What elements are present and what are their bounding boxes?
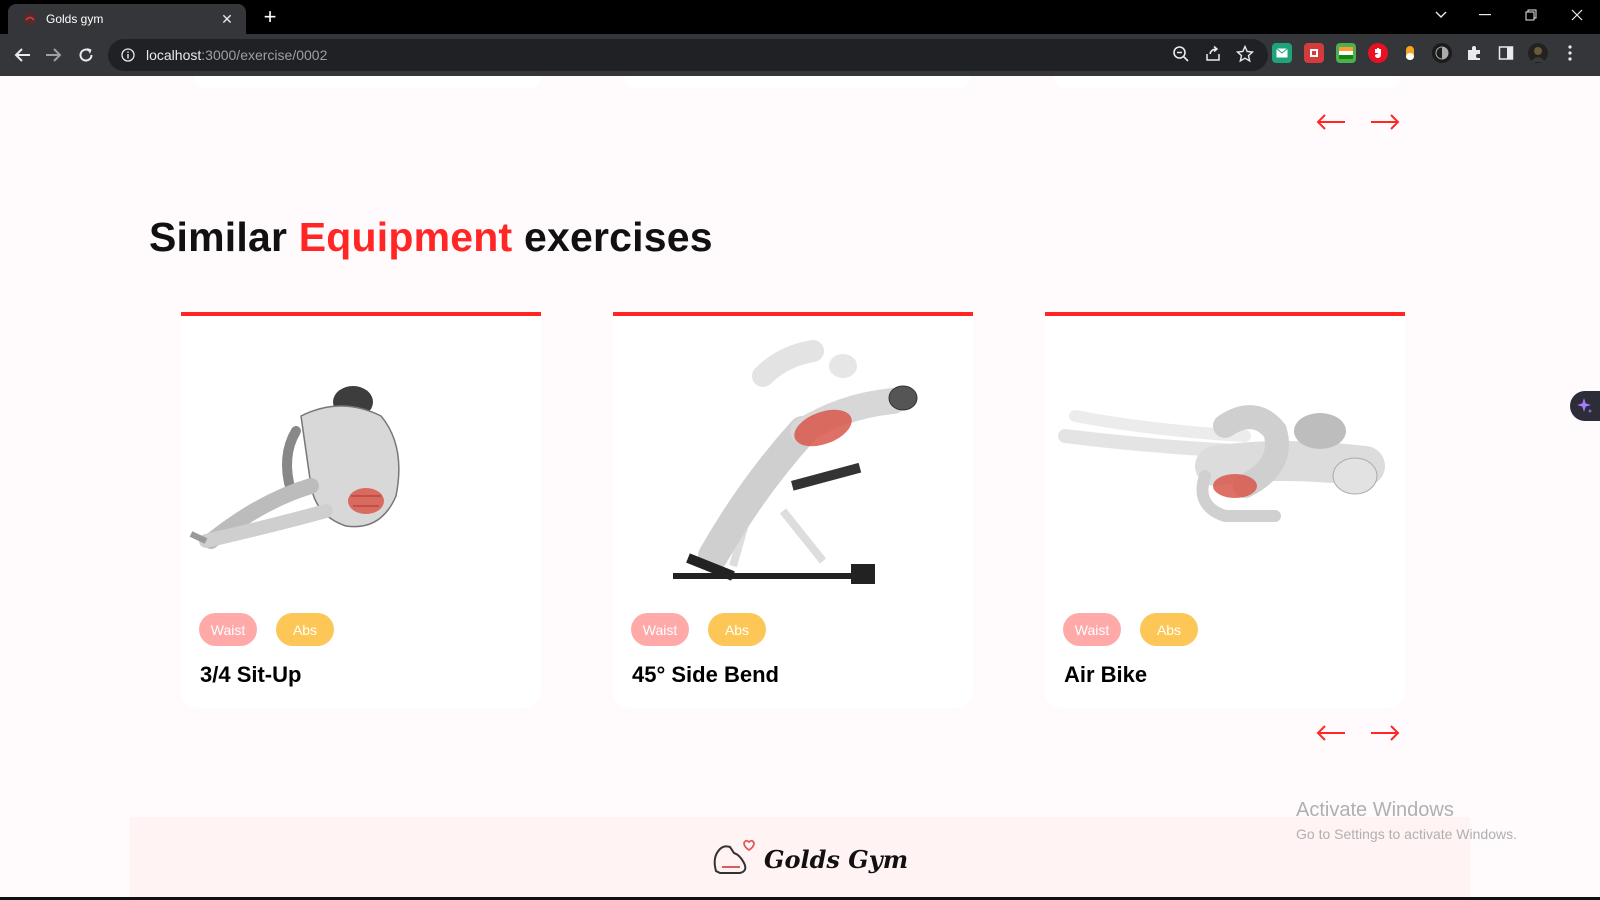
extension-mail-icon[interactable] bbox=[1272, 43, 1292, 63]
browser-toolbar: localhost:3000/exercise/0002 bbox=[0, 34, 1600, 76]
body-part-chip[interactable]: Waist bbox=[631, 613, 689, 646]
body-part-chip[interactable]: Waist bbox=[1063, 613, 1121, 646]
body-part-chip[interactable]: Waist bbox=[199, 613, 257, 646]
activate-windows-watermark: Activate Windows Go to Settings to activ… bbox=[1296, 799, 1517, 842]
tab-title: Golds gym bbox=[46, 12, 104, 26]
browser-titlebar: Golds gym ✕ + bbox=[0, 0, 1600, 34]
minimize-button[interactable] bbox=[1462, 0, 1508, 30]
previous-card-edge bbox=[194, 76, 540, 88]
arrow-right-icon[interactable] bbox=[1368, 107, 1402, 137]
address-bar[interactable]: localhost:3000/exercise/0002 bbox=[108, 39, 1268, 71]
carousel-arrows-bottom bbox=[1314, 718, 1404, 748]
previous-card-edge bbox=[1054, 76, 1400, 88]
exercise-image-situp bbox=[181, 336, 541, 596]
target-chip[interactable]: Abs bbox=[276, 613, 334, 646]
info-icon[interactable] bbox=[120, 47, 136, 63]
exercise-card[interactable]: Waist Abs 45° Side Bend bbox=[613, 312, 973, 708]
extension-red-icon[interactable] bbox=[1304, 43, 1324, 63]
more-icon[interactable] bbox=[1560, 43, 1580, 63]
footer: Golds Gym bbox=[130, 817, 1470, 900]
tab-close-icon[interactable]: ✕ bbox=[218, 10, 236, 28]
footer-brand: Golds Gym bbox=[764, 844, 909, 874]
exercise-name: 45° Side Bend bbox=[632, 662, 779, 687]
arrow-left-icon[interactable] bbox=[1314, 718, 1348, 748]
sparkle-assistant-icon[interactable] bbox=[1570, 391, 1600, 421]
section-title-prefix: Similar bbox=[149, 214, 299, 260]
avatar[interactable] bbox=[1528, 43, 1548, 63]
carousel-arrows-top bbox=[1314, 107, 1404, 137]
watermark-line-2: Go to Settings to activate Windows. bbox=[1296, 826, 1517, 842]
url-text: localhost:3000/exercise/0002 bbox=[146, 47, 327, 63]
extension-dark-icon[interactable] bbox=[1432, 43, 1452, 63]
gym-favicon-icon bbox=[22, 11, 38, 27]
puzzle-icon[interactable] bbox=[1464, 43, 1484, 63]
section-title-suffix: exercises bbox=[512, 214, 713, 260]
exercise-image-side-bend bbox=[613, 336, 973, 596]
exercise-image-air-bike bbox=[1045, 336, 1405, 596]
exercise-card[interactable]: Waist Abs Air Bike bbox=[1045, 312, 1405, 708]
zoom-icon[interactable] bbox=[1172, 45, 1190, 68]
exercise-name: 3/4 Sit-Up bbox=[200, 662, 302, 687]
arrow-right-icon[interactable] bbox=[1368, 718, 1402, 748]
gym-logo-icon bbox=[710, 837, 756, 882]
exercise-card[interactable]: Waist Abs 3/4 Sit-Up bbox=[181, 312, 541, 708]
forward-icon[interactable] bbox=[40, 41, 68, 69]
share-icon[interactable] bbox=[1204, 45, 1222, 68]
extensions-row bbox=[1272, 43, 1580, 63]
page-content: Similar Equipment exercises Waist Abs 3/… bbox=[0, 76, 1600, 900]
extension-pill-icon[interactable] bbox=[1400, 43, 1420, 63]
reload-icon[interactable] bbox=[72, 41, 100, 69]
restore-button[interactable] bbox=[1508, 0, 1554, 30]
sidepanel-icon[interactable] bbox=[1496, 43, 1516, 63]
close-window-button[interactable] bbox=[1554, 0, 1600, 30]
section-title-accent: Equipment bbox=[298, 214, 513, 260]
new-tab-button[interactable]: + bbox=[258, 5, 282, 29]
url-path: :3000/exercise/0002 bbox=[201, 47, 328, 63]
browser-tab[interactable]: Golds gym ✕ bbox=[8, 4, 246, 34]
section-title: Similar Equipment exercises bbox=[149, 214, 713, 261]
watermark-line-1: Activate Windows bbox=[1296, 799, 1454, 821]
target-chip[interactable]: Abs bbox=[1140, 613, 1198, 646]
url-host: localhost bbox=[146, 47, 202, 63]
extension-flag-icon[interactable] bbox=[1336, 43, 1356, 63]
footer-logo[interactable]: Golds Gym bbox=[710, 837, 910, 881]
target-chip[interactable]: Abs bbox=[708, 613, 766, 646]
tab-search-icon[interactable] bbox=[1418, 0, 1464, 30]
arrow-left-icon[interactable] bbox=[1314, 107, 1348, 137]
star-icon[interactable] bbox=[1235, 44, 1255, 68]
exercise-name: Air Bike bbox=[1064, 662, 1148, 687]
extension-stop-icon[interactable] bbox=[1368, 43, 1388, 63]
previous-card-edge bbox=[624, 76, 970, 88]
back-icon[interactable] bbox=[8, 41, 36, 69]
